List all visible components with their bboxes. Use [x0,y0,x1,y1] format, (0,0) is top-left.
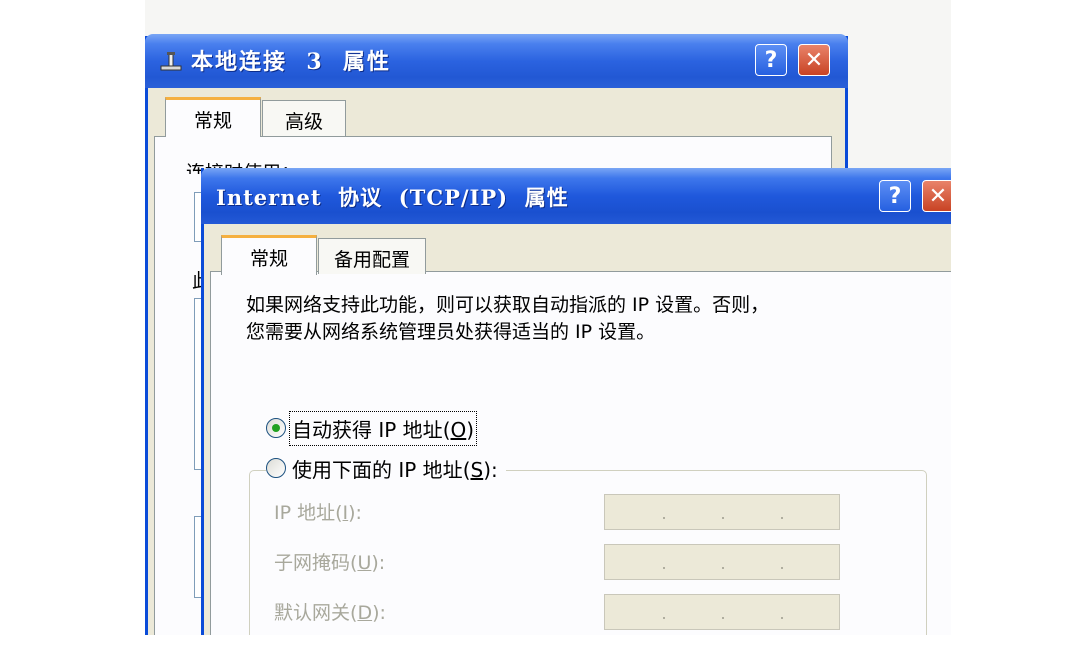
back-tab-advanced[interactable]: 高级 [262,100,346,136]
screenshot-area: 本地连接 3 属性 ? ✕ 常规 高级 连接时使用： 此 Internet 协议… [145,0,951,635]
default-gateway-field[interactable] [604,594,840,630]
front-window-title: Internet 协议 (TCP/IP) 属性 [216,185,569,210]
front-help-button[interactable]: ? [879,180,911,212]
radio-auto-ip[interactable]: 自动获得 IP 地址(O) [266,410,478,446]
radio-manual-ip-button[interactable] [266,458,286,478]
subnet-mask-label: 子网掩码(U): [274,552,386,574]
front-tab-general[interactable]: 常规 [221,235,317,275]
radio-manual-ip[interactable]: 使用下面的 IP 地址(S): [266,453,506,483]
subnet-mask-field[interactable] [604,544,840,580]
ip-address-label: IP 地址(I): [274,502,362,524]
radio-auto-ip-button[interactable] [266,418,286,438]
back-help-button[interactable]: ? [755,44,787,76]
front-close-button[interactable]: ✕ [922,180,951,212]
back-window-titlebar[interactable]: 本地连接 3 属性 ? ✕ [145,34,848,88]
description-line-1: 如果网络支持此功能，则可以获取自动指派的 IP 设置。否则， [246,294,770,316]
back-window-title: 本地连接 3 属性 [191,49,391,75]
front-tab-alternate-config[interactable]: 备用配置 [318,238,426,274]
description-line-2: 您需要从网络系统管理员处获得适当的 IP 设置。 [246,321,656,343]
back-close-button[interactable]: ✕ [798,44,830,76]
network-connection-icon [160,52,182,71]
radio-manual-ip-label[interactable]: 使用下面的 IP 地址(S): [292,454,498,483]
front-window-titlebar[interactable]: Internet 协议 (TCP/IP) 属性 ? ✕ [201,168,951,224]
default-gateway-label: 默认网关(D): [274,602,386,624]
description-text: 如果网络支持此功能，则可以获取自动指派的 IP 设置。否则， 您需要从网络系统管… [246,292,906,346]
radio-auto-ip-label[interactable]: 自动获得 IP 地址(O) [288,410,478,446]
back-tab-general[interactable]: 常规 [165,97,261,137]
ip-address-field[interactable] [604,494,840,530]
tcpip-properties-window: Internet 协议 (TCP/IP) 属性 ? ✕ 常规 备用配置 如果网络… [201,168,951,635]
